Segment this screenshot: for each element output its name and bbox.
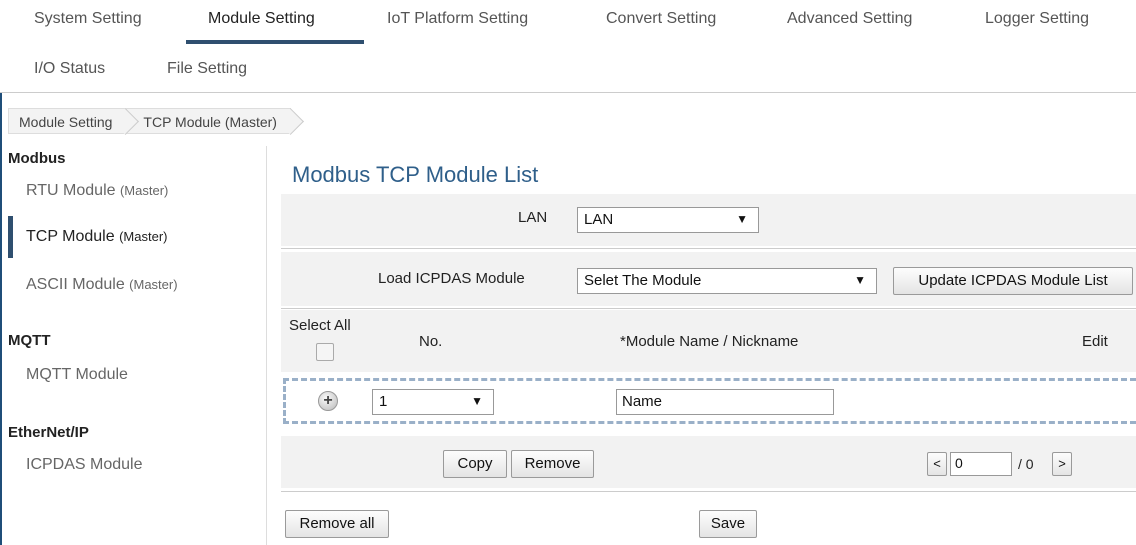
sidebar-item-label: TCP Module (26, 228, 115, 245)
sidebar-item-ascii-module[interactable]: ASCII Module (Master) (26, 276, 178, 294)
tab-advanced-setting[interactable]: Advanced Setting (787, 10, 912, 28)
breadcrumb: Module Setting TCP Module (Master) (8, 108, 291, 134)
dropdown-arrow-icon: ▼ (854, 273, 866, 287)
tab-iot-platform-setting[interactable]: IoT Platform Setting (387, 10, 528, 28)
row-divider (281, 491, 1136, 492)
page-number-value: 0 (955, 455, 963, 471)
active-tab-indicator (186, 40, 364, 44)
module-name-value: Name (622, 393, 663, 410)
tab-file-setting[interactable]: File Setting (167, 60, 247, 78)
sidebar-item-rtu-module[interactable]: RTU Module (Master) (26, 182, 168, 200)
sidebar-item-label: RTU Module (26, 182, 116, 199)
sidebar-item-tcp-module[interactable]: TCP Module (Master) (26, 228, 167, 246)
page-total: / 0 (1018, 456, 1034, 472)
tab-module-setting[interactable]: Module Setting (208, 10, 315, 28)
update-module-list-button[interactable]: Update ICPDAS Module List (893, 267, 1133, 295)
lan-select[interactable]: LAN ▼ (577, 207, 759, 233)
page-title: Modbus TCP Module List (292, 162, 539, 187)
tab-convert-setting[interactable]: Convert Setting (606, 10, 716, 28)
remove-all-button[interactable]: Remove all (285, 510, 389, 538)
sidebar-group-ethernetip: EtherNet/IP (8, 424, 89, 441)
remove-button[interactable]: Remove (511, 450, 594, 478)
lan-select-value: LAN (584, 211, 614, 228)
top-navigation: System Setting Module Setting IoT Platfo… (0, 0, 1136, 92)
module-no-value: 1 (379, 393, 388, 410)
select-all-label: Select All (289, 317, 351, 334)
sidebar-item-mqtt-module[interactable]: MQTT Module (26, 366, 128, 384)
nav-divider (0, 92, 1136, 93)
sidebar-item-icpdas-module[interactable]: ICPDAS Module (26, 456, 143, 474)
load-module-label: Load ICPDAS Module (378, 270, 525, 287)
column-header-name: *Module Name / Nickname (620, 333, 799, 350)
select-all-checkbox[interactable] (316, 343, 334, 361)
sidebar-item-suffix: (Master) (129, 277, 178, 292)
add-module-icon[interactable]: + (318, 391, 338, 411)
module-name-input[interactable]: Name (616, 389, 834, 415)
prev-page-button[interactable]: < (927, 452, 947, 476)
module-select-value: Selet The Module (584, 272, 702, 289)
row-divider (281, 248, 1136, 249)
column-header-edit: Edit (1082, 333, 1108, 350)
lan-label: LAN (518, 209, 548, 226)
tab-io-status[interactable]: I/O Status (34, 60, 105, 78)
sidebar-group-mqtt: MQTT (8, 332, 51, 349)
module-no-select[interactable]: 1 ▼ (372, 389, 494, 415)
module-select[interactable]: Selet The Module ▼ (577, 268, 877, 294)
sidebar-item-suffix: (Master) (119, 183, 169, 198)
breadcrumb-module-setting[interactable]: Module Setting (8, 108, 127, 134)
sidebar-divider (266, 146, 267, 545)
row-divider (281, 308, 1136, 309)
next-page-button[interactable]: > (1052, 452, 1072, 476)
page-number-input[interactable]: 0 (950, 452, 1012, 476)
sidebar-active-indicator (8, 216, 13, 258)
copy-button[interactable]: Copy (443, 450, 507, 478)
save-button[interactable]: Save (699, 510, 757, 538)
sidebar-group-modbus: Modbus (8, 150, 66, 167)
tab-logger-setting[interactable]: Logger Setting (985, 10, 1089, 28)
sidebar-item-label: ASCII Module (26, 276, 125, 293)
dropdown-arrow-icon: ▼ (471, 394, 483, 408)
column-header-no: No. (419, 333, 443, 350)
dropdown-arrow-icon: ▼ (736, 212, 748, 226)
tab-system-setting[interactable]: System Setting (34, 10, 142, 28)
breadcrumb-tcp-module: TCP Module (Master) (126, 108, 291, 134)
sidebar-item-suffix: (Master) (119, 229, 168, 244)
